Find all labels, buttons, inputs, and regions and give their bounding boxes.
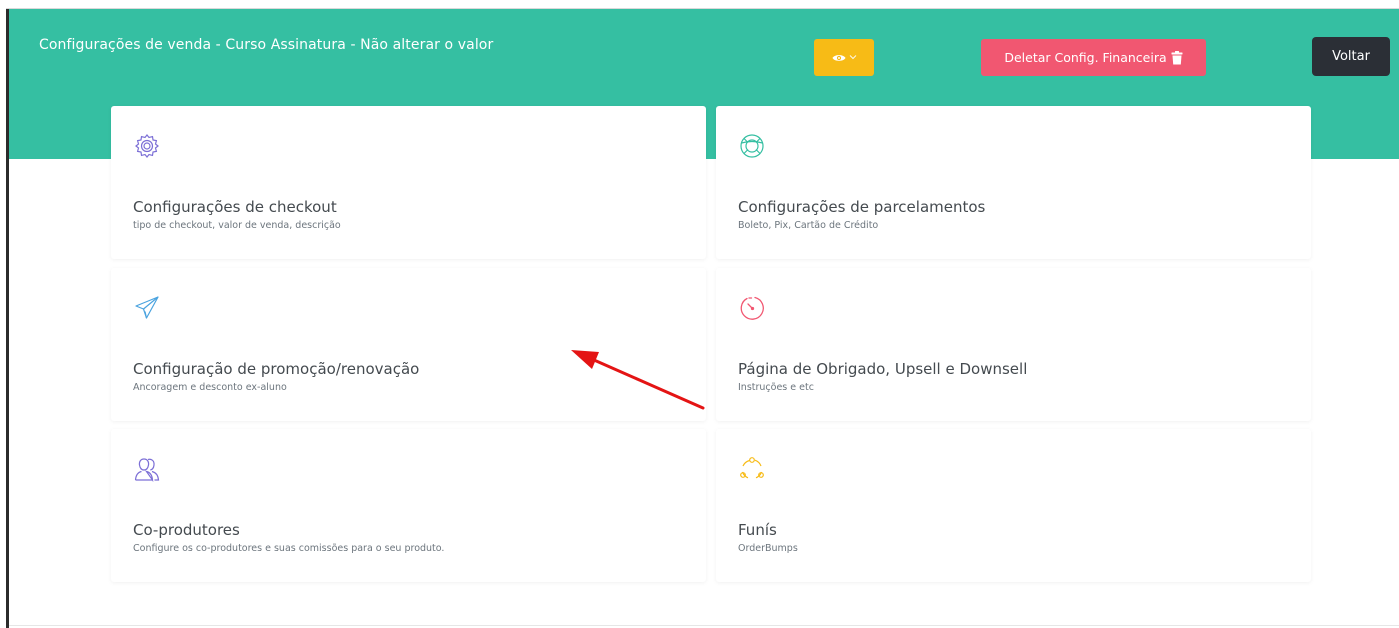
card-title: Funís (738, 521, 777, 539)
gear-icon (133, 132, 161, 160)
timer-icon (738, 294, 766, 322)
paper-plane-icon (133, 294, 161, 322)
card-promotion-renewal[interactable]: Configuração de promoção/renovação Ancor… (111, 268, 706, 421)
card-subtitle: Boleto, Pix, Cartão de Crédito (738, 220, 879, 231)
card-title: Configuração de promoção/renovação (133, 360, 420, 378)
card-funnels[interactable]: Funís OrderBumps (716, 429, 1311, 582)
divider (9, 625, 1399, 626)
eye-icon (832, 53, 846, 63)
page-title: Configurações de venda - Curso Assinatur… (39, 37, 494, 53)
lifebuoy-icon (738, 132, 766, 160)
back-button[interactable]: Voltar (1312, 37, 1390, 76)
refresh-circle-icon (738, 455, 766, 483)
preview-dropdown-button[interactable] (814, 39, 874, 76)
delete-financial-config-button[interactable]: Deletar Config. Financeira (981, 39, 1206, 76)
delete-button-label: Deletar Config. Financeira (1004, 50, 1167, 65)
card-title: Configurações de checkout (133, 198, 337, 216)
page: Configurações de venda - Curso Assinatur… (0, 0, 1399, 628)
window-left-border (6, 8, 9, 628)
card-subtitle: tipo de checkout, valor de venda, descri… (133, 220, 341, 231)
card-subtitle: Ancoragem e desconto ex-aluno (133, 382, 287, 393)
card-subtitle: Configure os co-produtores e suas comiss… (133, 543, 445, 554)
chevron-down-icon (849, 53, 857, 63)
card-thank-you-upsell-downsell[interactable]: Página de Obrigado, Upsell e Downsell In… (716, 268, 1311, 421)
window-top-border (6, 8, 1399, 9)
card-title: Página de Obrigado, Upsell e Downsell (738, 360, 1028, 378)
card-subtitle: OrderBumps (738, 543, 798, 554)
card-checkout-settings[interactable]: Configurações de checkout tipo de checko… (111, 106, 706, 259)
card-subtitle: Instruções e etc (738, 382, 814, 393)
card-title: Co-produtores (133, 521, 240, 539)
card-title: Configurações de parcelamentos (738, 198, 986, 216)
card-installment-settings[interactable]: Configurações de parcelamentos Boleto, P… (716, 106, 1311, 259)
card-co-producers[interactable]: Co-produtores Configure os co-produtores… (111, 429, 706, 582)
trash-icon (1171, 50, 1183, 65)
users-icon (133, 455, 161, 483)
